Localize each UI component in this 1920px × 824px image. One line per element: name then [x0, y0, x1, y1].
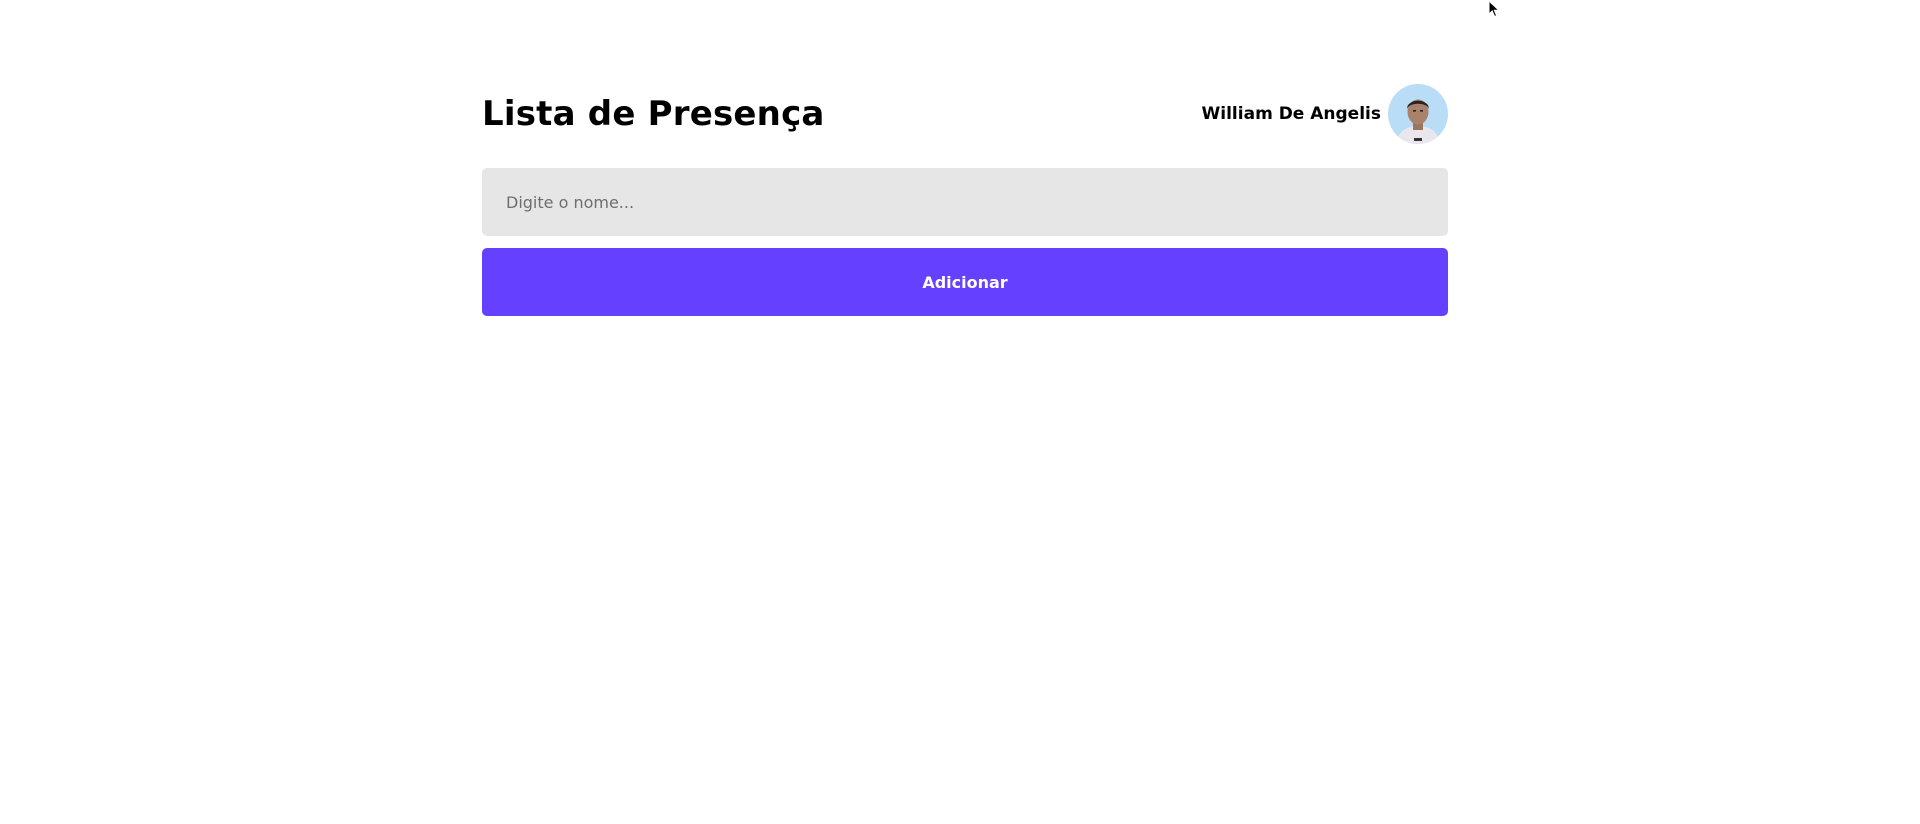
- app-page: Lista de Presença William De Angelis Dig…: [0, 0, 1920, 824]
- user-name: William De Angelis: [1201, 104, 1381, 124]
- page-header: Lista de Presença William De Angelis: [482, 82, 1448, 146]
- avatar-photo-icon: [1388, 84, 1448, 144]
- user-avatar: [1388, 84, 1448, 144]
- mouse-cursor-icon: [1488, 0, 1501, 18]
- add-button[interactable]: Adicionar: [482, 248, 1448, 316]
- user-info: William De Angelis: [1202, 84, 1448, 144]
- page-title: Lista de Presença: [482, 94, 825, 134]
- attendance-container: Lista de Presença William De Angelis Dig…: [482, 82, 1448, 316]
- name-input[interactable]: [482, 168, 1448, 236]
